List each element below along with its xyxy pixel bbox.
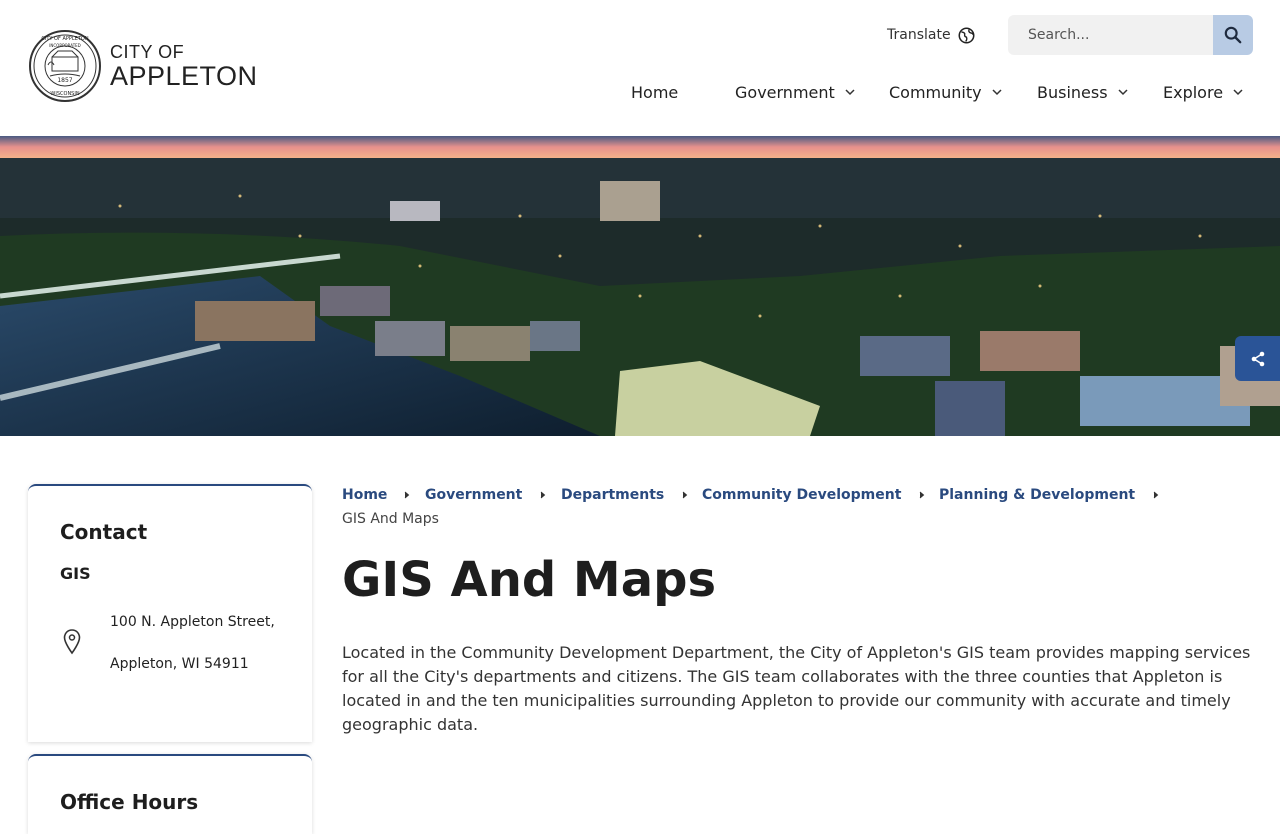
- chevron-right-icon: [540, 491, 546, 499]
- translate-label: Translate: [887, 27, 951, 43]
- share-button[interactable]: [1235, 336, 1280, 381]
- chevron-down-icon: [1118, 88, 1128, 95]
- address-line-1: 100 N. Appleton Street,: [110, 614, 275, 630]
- breadcrumb-community-development[interactable]: Community Development: [702, 487, 901, 503]
- chevron-right-icon: [1153, 491, 1159, 499]
- seal-year: 1857: [57, 77, 72, 84]
- office-hours-title: Office Hours: [60, 790, 199, 814]
- chevron-right-icon: [919, 491, 925, 499]
- nav-label: Government: [735, 82, 835, 102]
- site-header: 1857 CITY OF APPLETON INCORPORATED WISCO…: [0, 0, 1280, 136]
- logo-line-2: APPLETON: [110, 60, 258, 91]
- city-logo[interactable]: 1857 CITY OF APPLETON INCORPORATED WISCO…: [28, 28, 268, 104]
- search-icon: [1224, 26, 1242, 44]
- seal-top-text: CITY OF APPLETON: [41, 36, 88, 42]
- search-button[interactable]: [1213, 15, 1253, 55]
- chevron-right-icon: [682, 491, 688, 499]
- nav-label: Home: [631, 82, 679, 102]
- nav-business[interactable]: Business: [1037, 80, 1128, 104]
- breadcrumb-planning-development[interactable]: Planning & Development: [939, 487, 1135, 503]
- seal-bottom-text: WISCONSIN: [50, 91, 79, 97]
- map-pin-icon: [63, 629, 81, 655]
- seal-mid-text: INCORPORATED: [49, 43, 81, 48]
- search-form: [1008, 15, 1253, 55]
- breadcrumb-home[interactable]: Home: [342, 487, 387, 503]
- hero-image-city-aerial: [0, 136, 1280, 436]
- city-seal-icon: 1857 CITY OF APPLETON INCORPORATED WISCO…: [29, 30, 101, 102]
- chevron-down-icon: [992, 88, 1002, 95]
- nav-home[interactable]: Home: [631, 80, 678, 104]
- page-title: GIS And Maps: [342, 552, 717, 608]
- office-hours-card: Office Hours: [28, 754, 312, 834]
- chevron-down-icon: [845, 88, 855, 95]
- page-description: Located in the Community Development Dep…: [342, 643, 1251, 734]
- contact-card: Contact GIS 100 N. Appleton Street, Appl…: [28, 484, 312, 742]
- nav-label: Community: [889, 82, 982, 102]
- nav-community[interactable]: Community: [889, 80, 1002, 104]
- address-line-2: Appleton, WI 54911: [110, 656, 249, 672]
- share-icon: [1251, 351, 1264, 366]
- logo-line-1: CITY OF: [110, 41, 185, 62]
- nav-label: Explore: [1163, 82, 1224, 102]
- hero-aerial-illustration: [0, 136, 1280, 436]
- chevron-down-icon: [1233, 88, 1243, 95]
- translate-button[interactable]: Translate: [887, 24, 975, 46]
- search-input[interactable]: [1008, 15, 1213, 55]
- contact-title: Contact: [60, 520, 148, 544]
- nav-explore[interactable]: Explore: [1163, 80, 1243, 104]
- breadcrumb-departments[interactable]: Departments: [561, 487, 664, 503]
- chevron-right-icon: [404, 491, 410, 499]
- nav-government[interactable]: Government: [735, 80, 855, 104]
- logo-wordmark: CITY OF APPLETON: [110, 43, 258, 90]
- nav-label: Business: [1037, 82, 1108, 102]
- breadcrumb-government[interactable]: Government: [425, 487, 522, 503]
- globe-icon: [958, 27, 975, 43]
- contact-subtitle: GIS: [60, 564, 91, 583]
- breadcrumb-current: GIS And Maps: [342, 511, 439, 527]
